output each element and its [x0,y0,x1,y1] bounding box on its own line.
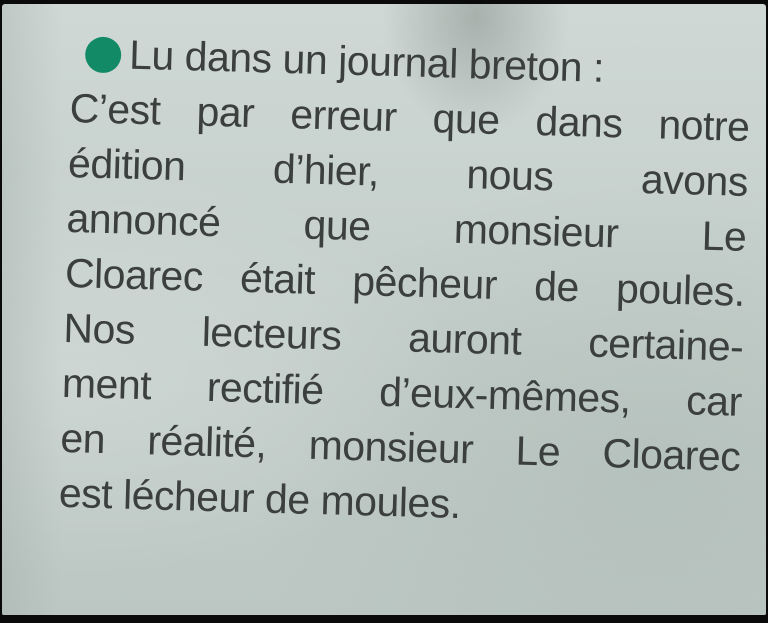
article-word: de [264,475,311,523]
article-word: moules. [320,477,462,528]
article-word: journal [337,37,459,87]
article-word: est [58,469,113,518]
article-word: que [432,95,501,143]
article-word: lécheur [122,471,255,522]
article-word: que [303,201,372,250]
article-word: avons [640,155,749,205]
article-word: monsieur [308,421,474,473]
article-word: car [685,377,743,425]
article-word: ment [61,359,152,409]
article-word: C’est [69,84,162,134]
article-word: était [239,254,316,303]
article-word: rectifié [206,363,325,414]
article-word: en [59,414,106,463]
article-text: Lu dans un journal breton: C’est par erreur que d… [58,26,752,540]
article-word: de [533,263,580,311]
article-word: monsieur [453,205,620,257]
article-word: réalité, [146,417,268,467]
article-word: erreur [289,91,398,141]
article-word: un [282,35,328,84]
article-word: d’hier, [272,145,380,195]
article-word: d’eux-mêmes, [378,368,632,422]
article-word: certaine- [587,319,744,370]
article-word: Lu [128,31,175,79]
article-word: dans [534,97,624,147]
newspaper-photo: Lu dans un journal breton: C’est par erreur que d… [0,0,768,623]
article-word: Nos [62,304,136,353]
article-word: : [592,44,605,91]
article-word: Le [701,212,747,260]
article-word: par [195,88,255,137]
article-word: Le [514,427,561,475]
newspaper-clipping: Lu dans un journal breton: C’est par erreur que d… [2,4,766,616]
article-word: annoncé [65,194,222,246]
bullet-dot-icon [84,36,122,74]
article-word: édition [67,139,187,190]
article-word: breton [468,41,583,91]
column-shadow [2,4,62,616]
article-word: pêcheur [351,257,498,308]
article-word: lecteurs [201,308,342,359]
article-word: nous [465,151,555,200]
article-word: notre [657,101,751,150]
article-word: auront [407,314,523,364]
article-word: Cloarec [64,249,204,300]
article-word: dans [184,33,273,82]
article-word: poules. [615,265,746,315]
article-word: Cloarec [601,429,741,480]
photo-edge [0,615,768,623]
